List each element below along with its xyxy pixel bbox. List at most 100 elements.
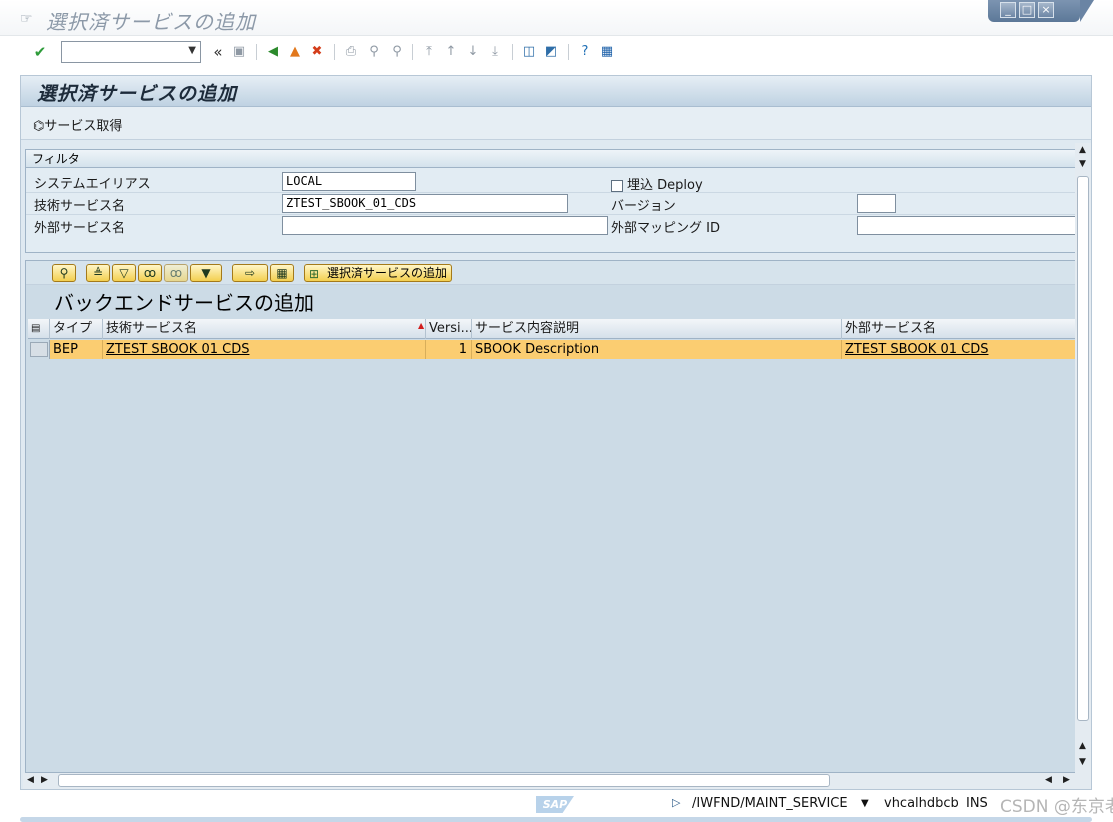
details-button[interactable]: ⚲ [52, 264, 76, 282]
command-field[interactable]: ▼ [61, 41, 201, 63]
external-service-label: 外部サービス名 [34, 221, 126, 236]
grid-header: ▤ タイプ 技術サービス名 ▲ Versi... サービス内容説明 外部サービス… [28, 319, 1076, 339]
filter-caption: フィルタ [26, 150, 1076, 168]
tech-service-label: 技術サービス名 [34, 199, 126, 214]
shortcut-icon[interactable]: ◩ [543, 44, 559, 60]
scroll-down-top-icon[interactable]: ▼ [1079, 159, 1086, 169]
chevron-down-icon[interactable]: ▼ [188, 45, 196, 56]
minimize-button[interactable]: _ [1000, 2, 1016, 18]
backend-services-grid: ⚲ ≜ ▽ ꝏ ꝏ ▼ ⇨ ▦ ⊞ 選択済サービスの追加 バックエンドサービスの追… [25, 260, 1077, 773]
embedded-deploy-label: 埋込 Deploy [627, 178, 703, 193]
add-selected-services-label: 選択済サービスの追加 [327, 266, 448, 280]
column-header-version[interactable]: Versi... [426, 319, 472, 339]
export-icon: ⇨ [244, 266, 256, 280]
cell-description: SBOOK Description [472, 340, 842, 359]
system-toolbar: ✔ ▼ « ▣ ◀ ▲ ✖ ⎙ ⚲ ⚲ ⤒ ↑ ↓ ⤓ ◫ ◩ ? ▦ [0, 36, 1113, 68]
last-page-icon[interactable]: ⤓ [487, 44, 503, 60]
exit-icon[interactable]: ▲ [287, 44, 303, 60]
row-selector[interactable] [30, 342, 48, 357]
vertical-scroll-thumb[interactable] [1077, 176, 1089, 721]
previous-page-icon[interactable]: ↑ [443, 44, 459, 60]
scroll-up-icon[interactable]: ▲ [1079, 145, 1086, 155]
column-header-external-name[interactable]: 外部サービス名 [842, 319, 1076, 339]
toolbar-divider [512, 44, 513, 60]
embedded-deploy-checkbox[interactable] [611, 180, 623, 192]
filter-group: フィルタ システムエイリアス LOCAL 埋込 Deploy 技術サービス名 Z… [25, 149, 1077, 253]
history-back-icon[interactable]: « [210, 44, 226, 60]
maximize-button[interactable]: □ [1019, 2, 1035, 18]
sort-ascending-button[interactable]: ≜ [86, 264, 110, 282]
column-header-description[interactable]: サービス内容説明 [472, 319, 842, 339]
sap-logo: SAP [536, 796, 574, 813]
enter-check-icon[interactable]: ✔ [32, 44, 48, 60]
external-mapping-label: 外部マッピング ID [611, 221, 720, 236]
exit-icon[interactable]: ☞ [20, 11, 33, 27]
horizontal-scroll-thumb[interactable] [58, 774, 830, 787]
tech-service-input[interactable]: ZTEST_SBOOK_01_CDS [282, 194, 568, 213]
save-icon[interactable]: ▣ [231, 44, 247, 60]
add-selected-services-button[interactable]: ⊞ 選択済サービスの追加 [304, 264, 453, 282]
vertical-scrollbar[interactable]: ▲ ▼ ▲ ▼ [1075, 143, 1091, 773]
window-controls: _ □ × [988, 0, 1094, 22]
system-alias-label: システムエイリアス [34, 177, 151, 192]
next-page-icon[interactable]: ↓ [465, 44, 481, 60]
version-input[interactable] [857, 194, 896, 213]
find-next-button[interactable]: ꝏ [164, 264, 188, 282]
scroll-left-end-icon[interactable]: ◀ [1045, 775, 1052, 785]
select-all-icon[interactable]: ▤ [28, 319, 50, 339]
page-title: 選択済サービスの追加 [37, 83, 238, 105]
toolbar-divider [412, 44, 413, 60]
system-alias-input[interactable]: LOCAL [282, 172, 416, 191]
cell-version: 1 [426, 340, 472, 359]
status-toggle-icon[interactable]: ▷ [672, 796, 680, 809]
cancel-icon[interactable]: ✖ [309, 44, 325, 60]
bottom-edge [20, 817, 1092, 822]
external-service-input[interactable] [282, 216, 608, 235]
filter-icon: ▼ [201, 266, 211, 280]
column-header-type[interactable]: タイプ [50, 319, 103, 339]
horizontal-scrollbar[interactable]: ◀ ▶ ◀ ▶ [23, 773, 1091, 789]
cell-external-name-link[interactable]: ZTEST SBOOK 01 CDS [842, 340, 1076, 359]
toolbar-divider [334, 44, 335, 60]
customize-layout-icon[interactable]: ▦ [599, 44, 615, 60]
glasses-icon: ⌬ [33, 119, 45, 134]
add-list-icon: ⊞ [309, 267, 320, 281]
external-mapping-input[interactable] [857, 216, 1076, 235]
screen-header: 選択済サービスの追加 [21, 76, 1091, 107]
scroll-left-icon[interactable]: ◀ [27, 775, 34, 785]
table-row[interactable]: BEP ZTEST SBOOK 01 CDS 1 SBOOK Descripti… [28, 340, 1076, 359]
version-label: バージョン [611, 199, 676, 214]
watermark: CSDN @东京老树根 [1000, 797, 1113, 817]
binoculars-next-icon: ꝏ [169, 266, 183, 280]
find-button[interactable]: ꝏ [138, 264, 162, 282]
help-icon[interactable]: ? [577, 44, 593, 60]
insert-mode: INS [966, 796, 988, 811]
scroll-right-icon[interactable]: ▶ [41, 775, 48, 785]
scroll-down-icon[interactable]: ▼ [1079, 757, 1086, 767]
export-button[interactable]: ⇨ [232, 264, 268, 282]
find-next-icon[interactable]: ⚲ [389, 44, 405, 60]
print-icon[interactable]: ⎙ [343, 44, 359, 60]
fetch-services-label: サービス取得 [44, 119, 123, 134]
cell-type: BEP [50, 340, 103, 359]
sort-descending-button[interactable]: ▽ [112, 264, 136, 282]
fetch-services-button[interactable]: ⌬サービス取得 [33, 115, 122, 134]
find-icon[interactable]: ⚲ [366, 44, 382, 60]
toolbar-divider [568, 44, 569, 60]
column-header-tech-name[interactable]: 技術サービス名 [103, 319, 426, 339]
cell-tech-name-link[interactable]: ZTEST SBOOK 01 CDS [103, 340, 426, 359]
main-screen: 選択済サービスの追加 ⌬サービス取得 フィルタ システムエイリアス LOCAL … [20, 75, 1092, 790]
application-toolbar: ⌬サービス取得 [21, 107, 1091, 140]
chevron-down-icon[interactable]: ▼ [861, 798, 869, 809]
layout-button[interactable]: ▦ [270, 264, 294, 282]
back-icon[interactable]: ◀ [265, 44, 281, 60]
filter-button[interactable]: ▼ [190, 264, 222, 282]
grid-toolbar: ⚲ ≜ ▽ ꝏ ꝏ ▼ ⇨ ▦ ⊞ 選択済サービスの追加 [26, 261, 1076, 285]
first-page-icon[interactable]: ⤒ [421, 44, 437, 60]
close-button[interactable]: × [1038, 2, 1054, 18]
sort-indicator-icon: ▲ [418, 321, 425, 330]
row-selector-cell[interactable] [28, 340, 50, 359]
scroll-up-bottom-icon[interactable]: ▲ [1079, 741, 1086, 751]
new-session-icon[interactable]: ◫ [521, 44, 537, 60]
scroll-right-end-icon[interactable]: ▶ [1063, 775, 1070, 785]
